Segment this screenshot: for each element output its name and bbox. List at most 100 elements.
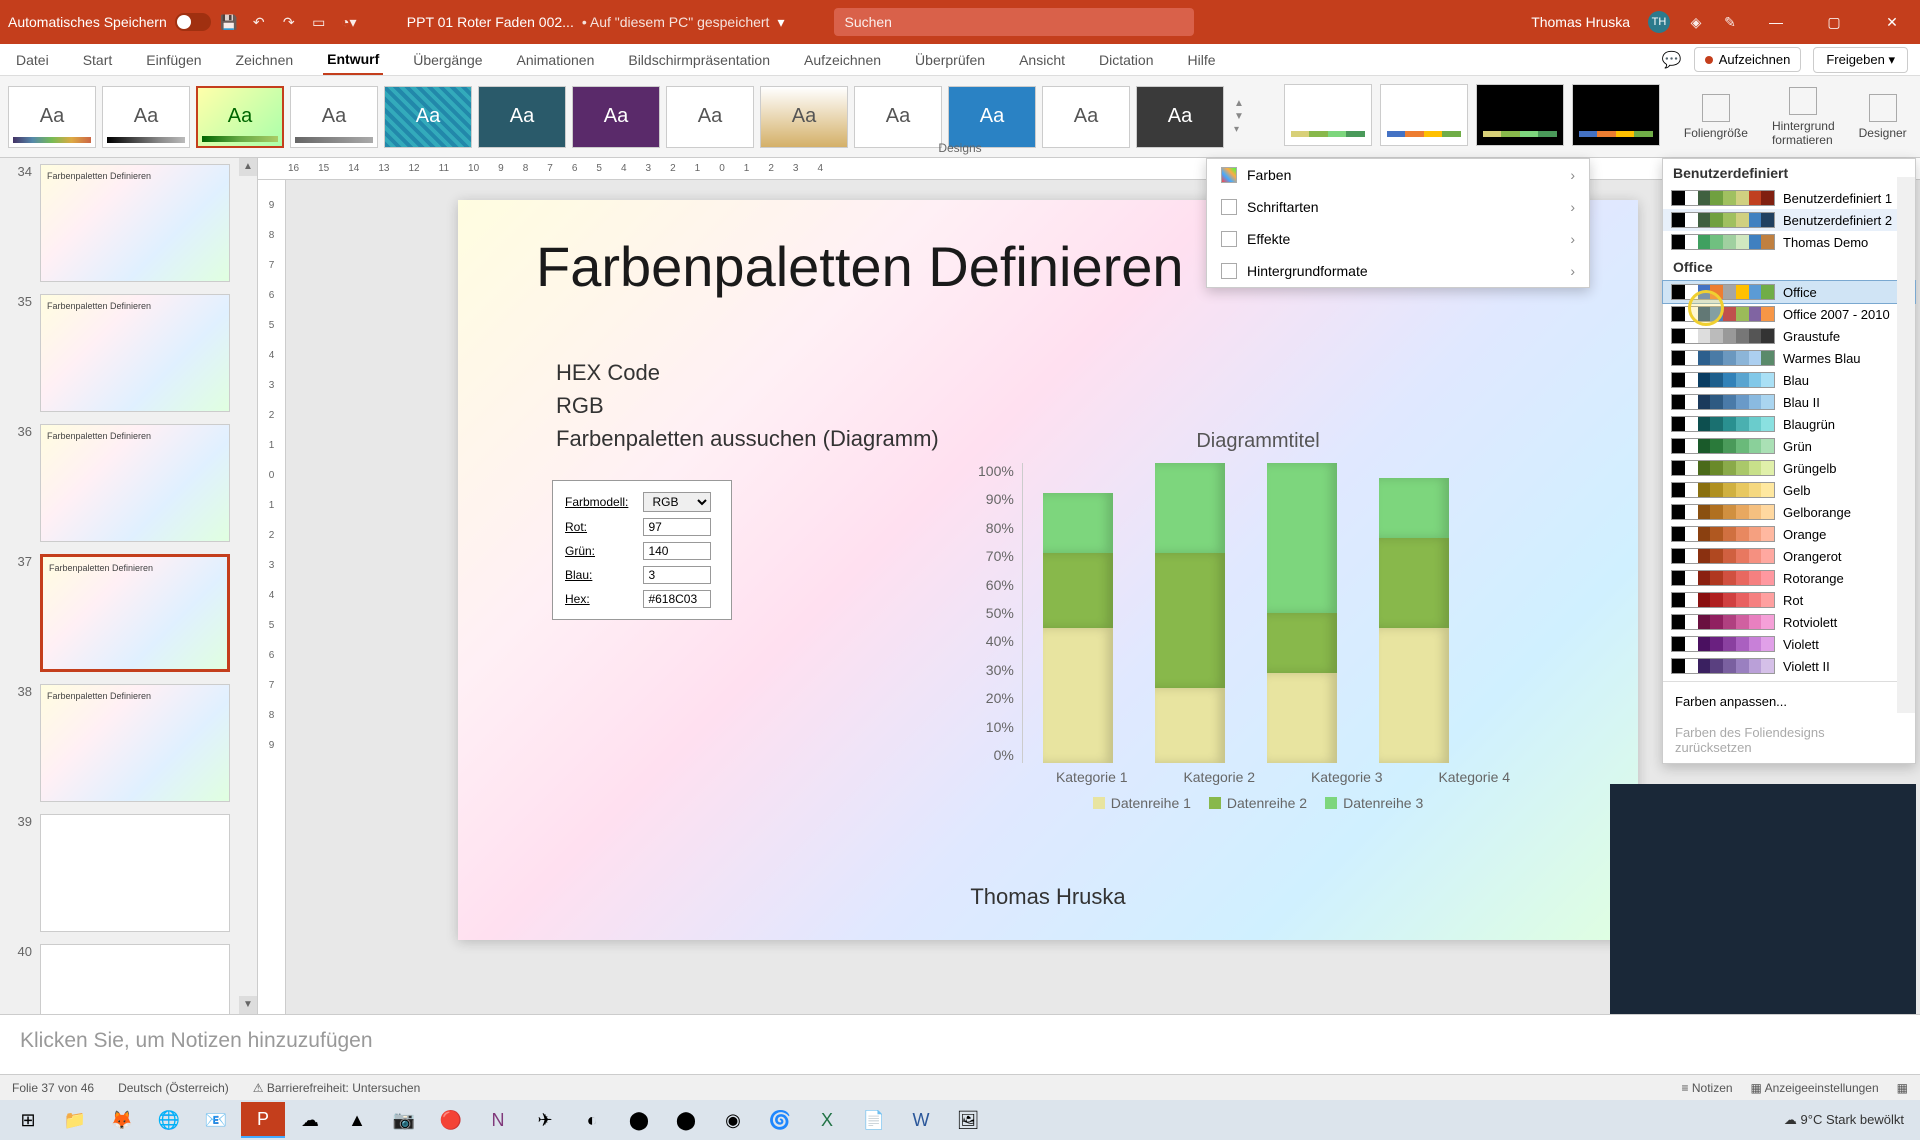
view-normal-icon[interactable]: ▦ [1897,1081,1908,1095]
pen-icon[interactable]: ✎ [1722,14,1738,30]
onenote-icon[interactable]: N [476,1102,520,1138]
variant-thumb[interactable] [1380,84,1468,146]
autosave-toggle[interactable]: Automatisches Speichern [8,13,211,31]
tab-dictation[interactable]: Dictation [1095,46,1157,74]
language[interactable]: Deutsch (Österreich) [118,1081,229,1095]
tab-überprüfen[interactable]: Überprüfen [911,46,989,74]
slide-thumbnail[interactable]: Farbenpaletten Definieren [40,684,230,802]
notes-toggle[interactable]: ≡ Notizen [1682,1081,1733,1095]
slide-body[interactable]: HEX CodeRGBFarbenpaletten aussuchen (Dia… [556,356,939,455]
chart[interactable]: Diagrammtitel 100%90%80%70%60%50%40%30%2… [978,430,1538,820]
presentation-icon[interactable]: ▭ [311,14,327,30]
variant-thumb[interactable] [1476,84,1564,146]
excel-icon[interactable]: X [805,1102,849,1138]
tab-datei[interactable]: Datei [12,46,53,74]
undo-icon[interactable]: ↶ [251,14,267,30]
slide-counter[interactable]: Folie 37 von 46 [12,1081,94,1095]
powerpoint-icon[interactable]: P [241,1102,285,1138]
avatar[interactable]: TH [1648,11,1670,33]
weather[interactable]: ☁ 9°C Stark bewölkt [1784,1112,1904,1128]
obs-icon[interactable]: ⬤ [617,1102,661,1138]
comments-icon[interactable]: 💬 [1662,50,1682,70]
toggle-switch[interactable] [175,13,211,31]
thumb-scrollbar[interactable]: ▲ ▼ [239,158,257,1014]
record-button[interactable]: Aufzeichnen [1694,47,1802,72]
tab-übergänge[interactable]: Übergänge [409,46,486,74]
color-scheme-item[interactable]: Rotviolett [1663,611,1915,633]
green-input[interactable] [643,542,711,560]
hex-input[interactable] [643,590,711,608]
slide-thumbnail[interactable]: Farbenpaletten Definieren [40,554,230,672]
color-scheme-item[interactable]: Warmes Blau [1663,347,1915,369]
tab-start[interactable]: Start [79,46,117,74]
tab-zeichnen[interactable]: Zeichnen [232,46,298,74]
tab-ansicht[interactable]: Ansicht [1015,46,1069,74]
design-thumb[interactable]: Aa [666,86,754,148]
slide-size-button[interactable]: Foliengröße [1676,90,1756,144]
chevron-down-icon[interactable]: ▾ [777,14,784,31]
share-button[interactable]: Freigeben ▾ [1813,47,1908,73]
slide[interactable]: Farbenpaletten Definieren HEX CodeRGBFar… [458,200,1638,940]
close-button[interactable]: ✕ [1872,14,1912,31]
display-settings[interactable]: ▦ Anzeigeeinstellungen [1751,1081,1879,1095]
design-thumb[interactable]: Aa [8,86,96,148]
gallery-more-icon[interactable]: ▾ [1234,124,1244,135]
menu-bg-formats[interactable]: Hintergrundformate› [1207,255,1589,287]
tab-hilfe[interactable]: Hilfe [1183,46,1219,74]
accessibility[interactable]: ⚠ Barrierefreiheit: Untersuchen [253,1081,421,1095]
slide-thumbnail[interactable] [40,944,230,1014]
app-icon[interactable]: 🖼 [946,1102,990,1138]
design-thumb[interactable]: Aa [760,86,848,148]
tab-animationen[interactable]: Animationen [513,46,599,74]
design-thumb[interactable]: Aa [1042,86,1130,148]
color-model-select[interactable]: RGB [643,492,711,512]
slide-thumbnail[interactable]: Farbenpaletten Definieren [40,424,230,542]
color-scheme-item[interactable]: Grün [1663,435,1915,457]
format-bg-button[interactable]: Hintergrund formatieren [1764,83,1843,151]
color-scheme-item[interactable]: Orangerot [1663,545,1915,567]
slide-thumbnail[interactable]: Farbenpaletten Definieren [40,294,230,412]
word-icon[interactable]: W [899,1102,943,1138]
design-thumb[interactable]: Aa [948,86,1036,148]
slide-thumbnail[interactable]: Farbenpaletten Definieren [40,164,230,282]
user-name[interactable]: Thomas Hruska [1531,14,1630,30]
firefox-icon[interactable]: 🦊 [100,1102,144,1138]
app-icon[interactable]: 🔴 [429,1102,473,1138]
minimize-button[interactable]: — [1756,14,1796,30]
app-icon[interactable]: ◉ [711,1102,755,1138]
flyout-scrollbar[interactable] [1897,177,1915,713]
menu-colors[interactable]: Farben› [1207,159,1589,191]
color-scheme-item[interactable]: Orange [1663,523,1915,545]
scroll-down-icon[interactable]: ▼ [239,996,257,1014]
notes-pane[interactable]: Klicken Sie, um Notizen hinzuzufügen [0,1014,1920,1074]
explorer-icon[interactable]: 📁 [53,1102,97,1138]
blue-input[interactable] [643,566,711,584]
variant-gallery[interactable] [1276,76,1668,157]
design-thumb[interactable]: Aa [572,86,660,148]
designs-gallery[interactable]: Aa Aa Aa Aa Aa Aa Aa Aa Aa Aa Aa Aa Aa ▲… [0,76,1256,157]
variant-thumb[interactable] [1572,84,1660,146]
color-scheme-item[interactable]: Blaugrün [1663,413,1915,435]
color-scheme-item[interactable]: Thomas Demo [1663,231,1915,253]
app-icon[interactable]: ⬤ [664,1102,708,1138]
more-icon[interactable]: ◔▾ [341,14,357,30]
designer-button[interactable]: Designer [1851,90,1915,144]
edge-icon[interactable]: 🌀 [758,1102,802,1138]
tab-aufzeichnen[interactable]: Aufzeichnen [800,46,885,74]
vlc-icon[interactable]: ▲ [335,1102,379,1138]
color-scheme-item[interactable]: Violett [1663,633,1915,655]
scroll-up-icon[interactable]: ▲ [239,158,257,176]
red-input[interactable] [643,518,711,536]
color-scheme-item[interactable]: Gelb [1663,479,1915,501]
tab-bildschirmpräsentation[interactable]: Bildschirmpräsentation [624,46,774,74]
color-scheme-item[interactable]: Benutzerdefiniert 2 [1663,209,1915,231]
app-icon[interactable]: 📄 [852,1102,896,1138]
variant-thumb[interactable] [1284,84,1372,146]
color-scheme-item[interactable]: Rotorange [1663,567,1915,589]
slide-thumbnail[interactable] [40,814,230,932]
customize-colors[interactable]: Farben anpassen... [1663,686,1915,717]
tab-einfügen[interactable]: Einfügen [142,46,205,74]
filename[interactable]: PPT 01 Roter Faden 002... • Auf "diesem … [407,14,785,31]
design-thumb[interactable]: Aa [478,86,566,148]
color-scheme-item[interactable]: Graustufe [1663,325,1915,347]
